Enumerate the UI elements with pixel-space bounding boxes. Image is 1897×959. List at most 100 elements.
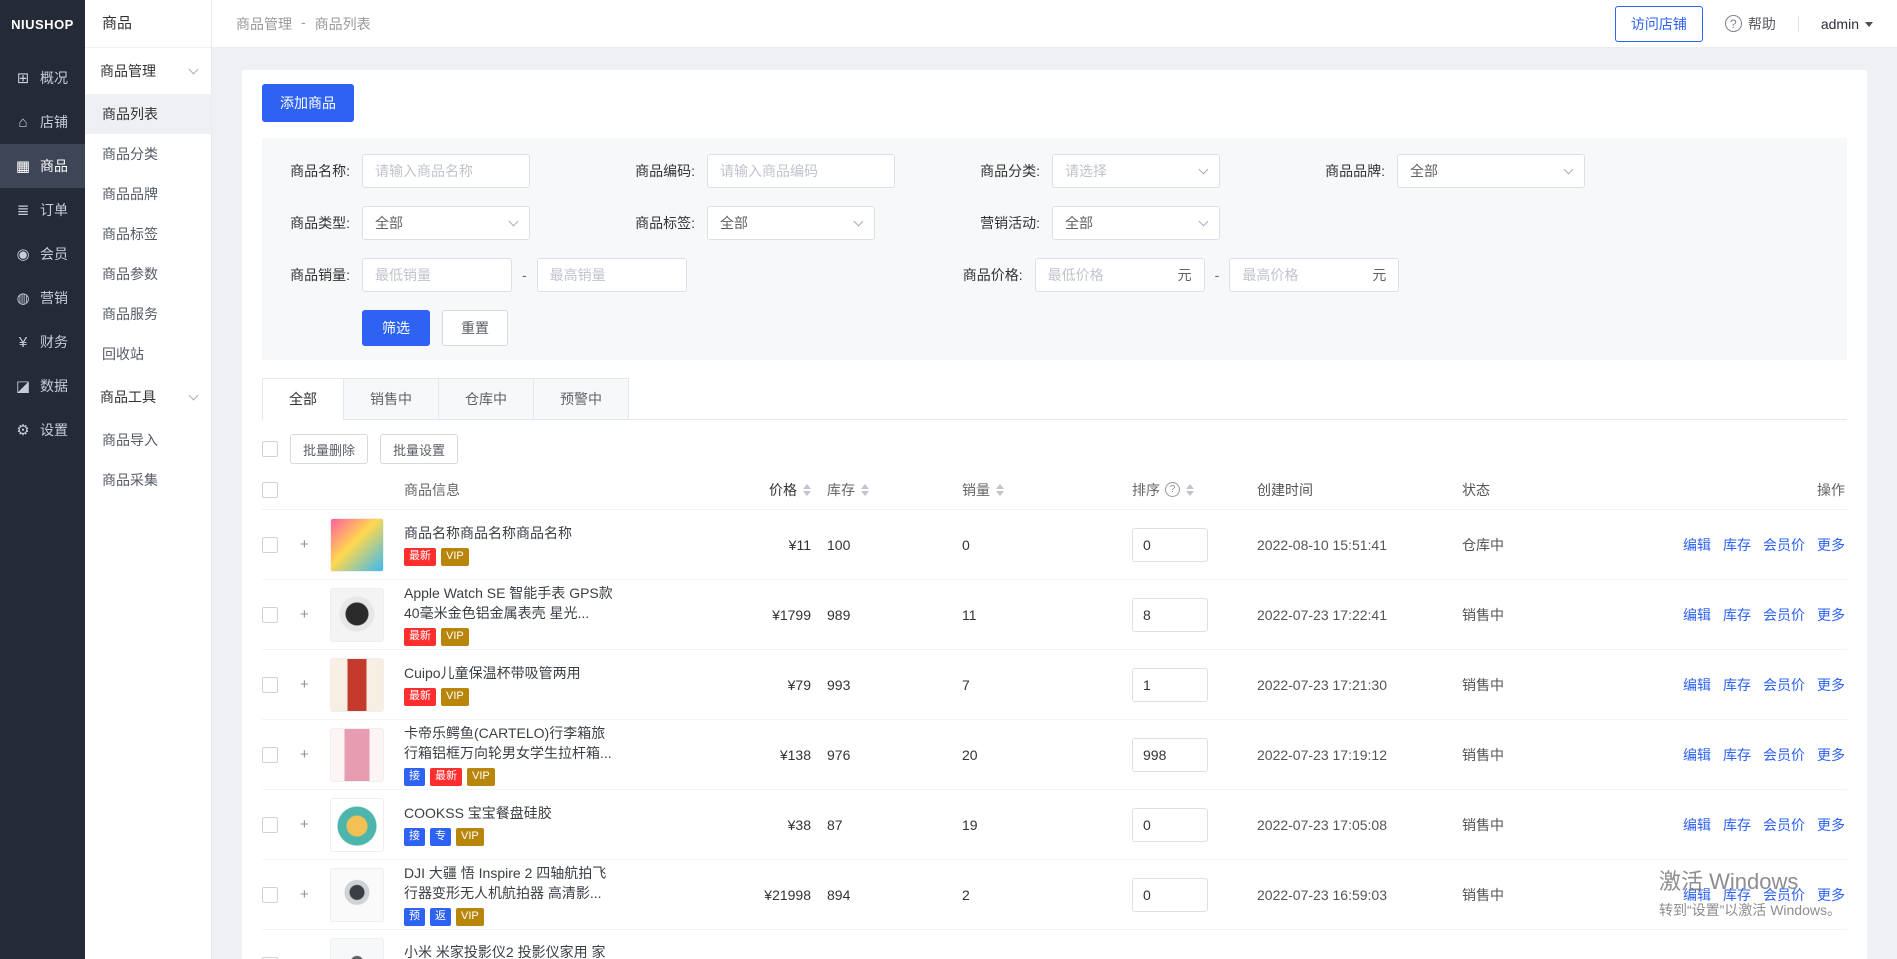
sort-input[interactable] bbox=[1132, 598, 1208, 632]
min-price-input[interactable] bbox=[1048, 267, 1172, 283]
stock-link[interactable]: 库存 bbox=[1723, 535, 1751, 555]
member-price-link[interactable]: 会员价 bbox=[1763, 605, 1805, 625]
edit-link[interactable]: 编辑 bbox=[1683, 745, 1711, 765]
filter-submit-button[interactable]: 筛选 bbox=[362, 310, 430, 346]
product-badge: VIP bbox=[467, 768, 495, 785]
expand-toggle[interactable]: + bbox=[300, 886, 330, 903]
edit-link[interactable]: 编辑 bbox=[1683, 815, 1711, 835]
member-price-link[interactable]: 会员价 bbox=[1763, 815, 1805, 835]
max-sales-input[interactable] bbox=[537, 258, 687, 292]
more-link[interactable]: 更多 bbox=[1817, 675, 1845, 695]
sidebar-item-orders[interactable]: ≣订单 bbox=[0, 188, 85, 232]
more-link[interactable]: 更多 bbox=[1817, 745, 1845, 765]
sidebar-item-finance[interactable]: ¥财务 bbox=[0, 320, 85, 364]
menu-group-goods-manage[interactable]: 商品管理 bbox=[85, 48, 211, 94]
min-sales-input[interactable] bbox=[362, 258, 512, 292]
breadcrumb-parent[interactable]: 商品管理 bbox=[236, 14, 292, 34]
expand-toggle[interactable]: + bbox=[300, 536, 330, 553]
sidebar-item-overview[interactable]: ⊞概况 bbox=[0, 56, 85, 100]
col-sort-header[interactable]: 排序? bbox=[1132, 480, 1257, 500]
sidebar-item-data[interactable]: ◪数据 bbox=[0, 364, 85, 408]
stock-link[interactable]: 库存 bbox=[1723, 605, 1751, 625]
tag-select[interactable]: 全部 bbox=[707, 206, 875, 240]
menu-group-goods-tools[interactable]: 商品工具 bbox=[85, 374, 211, 420]
add-product-button[interactable]: 添加商品 bbox=[262, 84, 354, 122]
sidebar-item-members[interactable]: ◉会员 bbox=[0, 232, 85, 276]
expand-toggle[interactable]: + bbox=[300, 746, 330, 763]
product-name-input[interactable] bbox=[362, 154, 530, 188]
col-price-header[interactable]: 价格 bbox=[712, 480, 827, 500]
sort-input[interactable] bbox=[1132, 738, 1208, 772]
stock-link[interactable]: 库存 bbox=[1723, 745, 1751, 765]
visit-shop-button[interactable]: 访问店铺 bbox=[1615, 6, 1703, 42]
edit-link[interactable]: 编辑 bbox=[1683, 605, 1711, 625]
edit-link[interactable]: 编辑 bbox=[1683, 535, 1711, 555]
sidebar-item-settings[interactable]: ⚙设置 bbox=[0, 408, 85, 452]
row-checkbox[interactable] bbox=[262, 607, 278, 623]
member-price-link[interactable]: 会员价 bbox=[1763, 675, 1805, 695]
tab-on-sale[interactable]: 销售中 bbox=[343, 378, 439, 420]
batch-delete-button[interactable]: 批量删除 bbox=[290, 434, 368, 464]
row-checkbox[interactable] bbox=[262, 887, 278, 903]
submenu-item-goods-list[interactable]: 商品列表 bbox=[85, 94, 211, 134]
submenu-item-goods-params[interactable]: 商品参数 bbox=[85, 254, 211, 294]
max-price-input[interactable] bbox=[1242, 267, 1366, 283]
more-link[interactable]: 更多 bbox=[1817, 885, 1845, 905]
row-checkbox[interactable] bbox=[262, 747, 278, 763]
product-code-input[interactable] bbox=[707, 154, 895, 188]
product-badge: 接 bbox=[404, 768, 425, 785]
sidebar-item-goods[interactable]: ▦商品 bbox=[0, 144, 85, 188]
edit-link[interactable]: 编辑 bbox=[1683, 885, 1711, 905]
stock-link[interactable]: 库存 bbox=[1723, 675, 1751, 695]
sort-carets-icon[interactable] bbox=[996, 484, 1004, 496]
sort-input[interactable] bbox=[1132, 528, 1208, 562]
member-price-link[interactable]: 会员价 bbox=[1763, 535, 1805, 555]
submenu-item-goods-import[interactable]: 商品导入 bbox=[85, 420, 211, 460]
sort-input[interactable] bbox=[1132, 878, 1208, 912]
more-link[interactable]: 更多 bbox=[1817, 535, 1845, 555]
col-sales-header[interactable]: 销量 bbox=[962, 480, 1132, 500]
expand-toggle[interactable]: + bbox=[300, 816, 330, 833]
select-all-checkbox[interactable] bbox=[262, 441, 278, 457]
more-link[interactable]: 更多 bbox=[1817, 605, 1845, 625]
col-stock-header[interactable]: 库存 bbox=[827, 480, 962, 500]
sort-input[interactable] bbox=[1132, 808, 1208, 842]
batch-setting-button[interactable]: 批量设置 bbox=[380, 434, 458, 464]
filter-reset-button[interactable]: 重置 bbox=[442, 310, 508, 346]
stock-link[interactable]: 库存 bbox=[1723, 885, 1751, 905]
tab-warning[interactable]: 预警中 bbox=[533, 378, 629, 420]
member-price-link[interactable]: 会员价 bbox=[1763, 885, 1805, 905]
sort-carets-icon[interactable] bbox=[1186, 484, 1194, 496]
type-select[interactable]: 全部 bbox=[362, 206, 530, 240]
category-select[interactable]: 请选择 bbox=[1052, 154, 1220, 188]
more-link[interactable]: 更多 bbox=[1817, 815, 1845, 835]
brand-select[interactable]: 全部 bbox=[1397, 154, 1585, 188]
header-checkbox[interactable] bbox=[262, 482, 278, 498]
expand-toggle[interactable]: + bbox=[300, 606, 330, 623]
stock-link[interactable]: 库存 bbox=[1723, 815, 1751, 835]
activity-select[interactable]: 全部 bbox=[1052, 206, 1220, 240]
sidebar-item-marketing[interactable]: ◍营销 bbox=[0, 276, 85, 320]
row-checkbox[interactable] bbox=[262, 817, 278, 833]
submenu-item-recycle-bin[interactable]: 回收站 bbox=[85, 334, 211, 374]
sort-carets-icon[interactable] bbox=[861, 484, 869, 496]
submenu-item-goods-label[interactable]: 商品标签 bbox=[85, 214, 211, 254]
edit-link[interactable]: 编辑 bbox=[1683, 675, 1711, 695]
row-checkbox[interactable] bbox=[262, 677, 278, 693]
member-price-link[interactable]: 会员价 bbox=[1763, 745, 1805, 765]
submenu-item-goods-brand[interactable]: 商品品牌 bbox=[85, 174, 211, 214]
sort-carets-icon[interactable] bbox=[803, 484, 811, 496]
help-button[interactable]: ? 帮助 bbox=[1725, 14, 1776, 34]
tab-all[interactable]: 全部 bbox=[262, 378, 344, 420]
sort-help-icon[interactable]: ? bbox=[1165, 482, 1180, 497]
row-checkbox[interactable] bbox=[262, 537, 278, 553]
content: 添加商品 商品名称: 商品编码: 商品分类: 请选择 bbox=[212, 48, 1897, 959]
user-menu[interactable]: admin bbox=[1821, 16, 1873, 32]
sidebar-item-shop[interactable]: ⌂店铺 bbox=[0, 100, 85, 144]
expand-toggle[interactable]: + bbox=[300, 676, 330, 693]
sort-input[interactable] bbox=[1132, 668, 1208, 702]
submenu-item-goods-service[interactable]: 商品服务 bbox=[85, 294, 211, 334]
tab-in-warehouse[interactable]: 仓库中 bbox=[438, 378, 534, 420]
submenu-item-goods-category[interactable]: 商品分类 bbox=[85, 134, 211, 174]
submenu-item-goods-collect[interactable]: 商品采集 bbox=[85, 460, 211, 500]
